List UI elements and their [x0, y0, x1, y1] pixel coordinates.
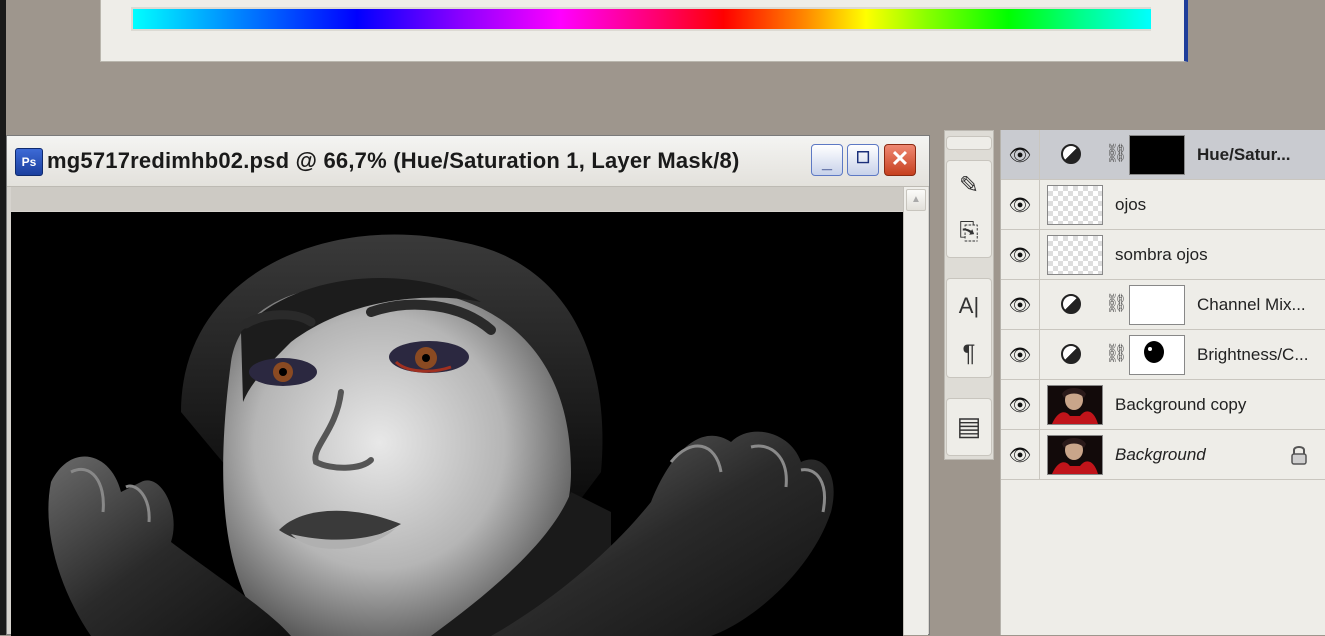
layer-name: Channel Mix... — [1197, 295, 1306, 314]
eye-column-divider — [1039, 180, 1040, 230]
document-title: mg5717redimhb02.psd @ 66,7% (Hue/Saturat… — [47, 148, 740, 173]
visibility-eye-icon[interactable]: 👁 — [1007, 192, 1033, 218]
panel-icon[interactable]: ▤ — [952, 407, 986, 445]
layer-mask-thumbnail[interactable] — [1129, 285, 1185, 325]
visibility-eye-icon[interactable]: 👁 — [1007, 292, 1033, 318]
eye-column-divider — [1039, 280, 1040, 330]
tool-group-top — [946, 136, 992, 150]
link-chain-icon[interactable]: ⛓ — [1105, 143, 1128, 164]
document-window: Ps mg5717redimhb02.psd @ 66,7% (Hue/Satu… — [6, 135, 930, 636]
mask-blob-icon — [1144, 341, 1164, 363]
tool-group-2: A| ¶ — [946, 278, 992, 378]
layers-panel: 👁 ⛓ Hue/Satur... 👁 ojos 👁 sombra ojos 👁 … — [1000, 130, 1325, 635]
paragraph-icon[interactable]: ¶ — [952, 335, 986, 373]
brush-tool-icon[interactable]: ✎ — [952, 167, 986, 205]
layer-name: Background copy — [1115, 395, 1247, 414]
minimize-button[interactable]: _ — [811, 144, 843, 176]
eye-column-divider — [1039, 230, 1040, 280]
visibility-eye-icon[interactable]: 👁 — [1007, 342, 1033, 368]
layer-row-ojos[interactable]: 👁 ojos — [1001, 180, 1325, 230]
layer-thumbnail[interactable] — [1047, 185, 1103, 225]
hue-saturation-dialog — [100, 0, 1188, 62]
photoshop-document-icon: Ps — [15, 148, 43, 176]
layer-thumbnail[interactable] — [1047, 235, 1103, 275]
layer-name: ojos — [1115, 195, 1147, 214]
visibility-eye-icon[interactable]: 👁 — [1007, 442, 1033, 468]
layer-row-background[interactable]: 👁 Background — [1001, 430, 1325, 480]
link-chain-icon[interactable]: ⛓ — [1105, 293, 1128, 314]
adjustment-layer-icon — [1061, 294, 1081, 314]
layer-name: Background — [1115, 445, 1206, 464]
portrait-thumbnail-icon — [1048, 386, 1102, 424]
layer-name: sombra ojos — [1115, 245, 1208, 264]
eye-column-divider — [1039, 130, 1040, 180]
layer-thumbnail[interactable] — [1047, 385, 1103, 425]
clone-stamp-icon[interactable]: ⎘ — [952, 213, 986, 251]
maximize-button[interactable]: ☐ — [847, 144, 879, 176]
vertical-scrollbar[interactable]: ▲ — [903, 187, 928, 635]
link-chain-icon[interactable]: ⛓ — [1105, 343, 1128, 364]
visibility-eye-icon[interactable]: 👁 — [1007, 142, 1033, 168]
eye-column-divider — [1039, 380, 1040, 430]
layer-row-sombra-ojos[interactable]: 👁 sombra ojos — [1001, 230, 1325, 280]
eye-column-divider — [1039, 430, 1040, 480]
layer-name: Brightness/C... — [1197, 345, 1309, 364]
layer-mask-thumbnail[interactable] — [1129, 335, 1185, 375]
layer-thumbnail[interactable] — [1047, 435, 1103, 475]
layer-row-background-copy[interactable]: 👁 Background copy — [1001, 380, 1325, 430]
portrait-image — [11, 212, 903, 636]
layer-row-hue-saturation[interactable]: 👁 ⛓ Hue/Satur... — [1001, 130, 1325, 180]
layer-mask-thumbnail[interactable] — [1129, 135, 1185, 175]
layer-row-channel-mixer[interactable]: 👁 ⛓ Channel Mix... — [1001, 280, 1325, 330]
layer-row-brightness-contrast[interactable]: 👁 ⛓ Brightness/C... — [1001, 330, 1325, 380]
type-tool-icon[interactable]: A| — [952, 287, 986, 325]
adjustment-layer-icon — [1061, 344, 1081, 364]
portrait-thumbnail-icon — [1048, 436, 1102, 474]
scroll-up-arrow-icon[interactable]: ▲ — [906, 189, 926, 211]
visibility-eye-icon[interactable]: 👁 — [1007, 242, 1033, 268]
visibility-eye-icon[interactable]: 👁 — [1007, 392, 1033, 418]
layer-name: Hue/Satur... — [1197, 145, 1291, 164]
canvas-top-margin — [11, 187, 903, 211]
close-button[interactable]: ✕ — [884, 144, 916, 176]
image-canvas[interactable] — [11, 212, 903, 636]
adjustment-layer-icon — [1061, 144, 1081, 164]
eye-column-divider — [1039, 330, 1040, 380]
tool-group-3: ▤ — [946, 398, 992, 456]
document-titlebar[interactable]: Ps mg5717redimhb02.psd @ 66,7% (Hue/Satu… — [7, 136, 929, 187]
hue-spectrum-bar[interactable] — [133, 9, 1151, 29]
lock-icon — [1291, 446, 1307, 465]
tool-group-1: ✎ ⎘ — [946, 160, 992, 258]
